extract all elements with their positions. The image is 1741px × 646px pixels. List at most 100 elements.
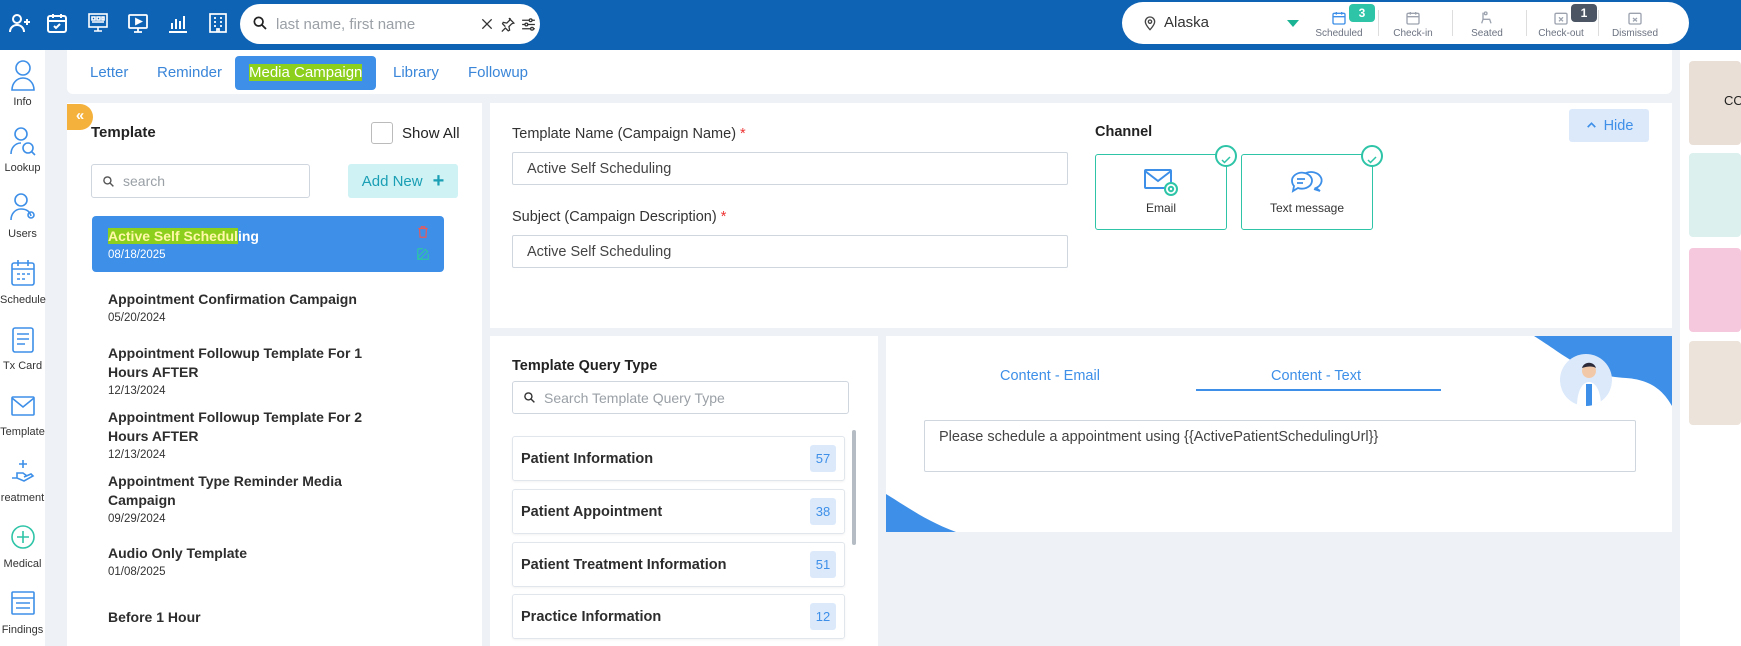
calendar-check-icon[interactable] — [45, 11, 69, 35]
right-rail-card[interactable]: CO — [1689, 61, 1741, 145]
add-user-icon[interactable] — [8, 11, 32, 35]
filter-sliders-icon[interactable] — [520, 14, 537, 34]
template-date: 12/13/2024 — [108, 385, 166, 397]
right-rail-card[interactable] — [1689, 153, 1741, 237]
clear-icon[interactable] — [479, 14, 495, 34]
sidebar-item-info[interactable]: Info — [0, 58, 45, 108]
findings-icon — [10, 591, 35, 615]
search-icon — [252, 15, 268, 34]
card-icon — [11, 327, 34, 353]
pin-icon[interactable] — [499, 14, 516, 34]
collapse-panel-icon[interactable]: « — [67, 104, 93, 130]
query-type-label: Patient Information — [521, 450, 654, 467]
template-name-input[interactable] — [512, 152, 1068, 185]
template-date: 09/29/2024 — [108, 513, 166, 525]
sidebar-item-users[interactable]: Users — [0, 190, 45, 240]
tab-library[interactable]: Library — [379, 56, 453, 90]
template-list-item[interactable]: Appointment Type Reminder Media Campaign… — [92, 472, 444, 525]
query-type-count: 57 — [810, 445, 836, 472]
add-new-button[interactable]: Add New + — [348, 164, 458, 198]
query-type-label: Practice Information — [521, 608, 662, 625]
video-monitor-icon[interactable] — [126, 11, 150, 35]
patient-search-box — [240, 4, 540, 44]
hide-button[interactable]: Hide — [1569, 109, 1649, 142]
template-list-item[interactable]: Appointment Followup Template For 2 Hour… — [92, 408, 444, 461]
template-list-item[interactable]: Appointment Followup Template For 1 Hour… — [92, 344, 444, 397]
tab-content-email[interactable]: Content - Email — [1000, 368, 1100, 384]
template-name-line2: Hours AFTER — [108, 428, 199, 444]
template-date: 01/08/2025 — [108, 566, 166, 578]
delete-icon[interactable] — [416, 225, 430, 239]
right-rail-card[interactable] — [1689, 341, 1741, 425]
query-type-item[interactable]: Patient Information 57 — [512, 436, 845, 481]
edit-icon[interactable] — [416, 247, 430, 261]
template-date: 08/18/2025 — [108, 249, 166, 261]
tab-reminder[interactable]: Reminder — [143, 56, 236, 90]
template-date: 12/13/2024 — [108, 449, 166, 461]
query-type-item[interactable]: Patient Appointment 38 — [512, 489, 845, 534]
sidebar-item-template[interactable]: Template — [0, 388, 45, 438]
sidebar-item-medical[interactable]: Medical — [0, 520, 45, 570]
template-search-input[interactable] — [123, 173, 293, 189]
status-panel: Alaska Scheduled 3 Check-in Seated Check… — [1122, 2, 1689, 44]
tab-followup[interactable]: Followup — [454, 56, 542, 90]
patient-search-input[interactable] — [276, 15, 475, 33]
channel-text-message-option[interactable]: Text message — [1241, 145, 1383, 230]
template-list-item[interactable]: Before 1 Hour — [92, 608, 444, 627]
query-type-item[interactable]: Patient Treatment Information 51 — [512, 542, 845, 587]
content-text-area[interactable]: Please schedule a appointment using {{Ac… — [924, 420, 1636, 472]
monitor-grid-icon[interactable] — [86, 11, 110, 35]
template-name-line2: Hours AFTER — [108, 364, 199, 380]
query-list-scrollbar[interactable] — [852, 430, 856, 545]
location-selector[interactable]: Alaska — [1142, 14, 1209, 31]
tab-content-text[interactable]: Content - Text — [1271, 368, 1361, 384]
user-search-icon — [9, 127, 36, 156]
template-list-item[interactable]: Appointment Confirmation Campaign 05/20/… — [92, 290, 444, 324]
sidebar-item-label: Tx Card — [2, 360, 43, 372]
user-icon — [10, 60, 35, 91]
query-type-count: 51 — [810, 551, 836, 578]
template-name: Before 1 Hour — [108, 609, 201, 625]
subject-input[interactable] — [512, 235, 1068, 268]
right-rail-card[interactable] — [1689, 248, 1741, 332]
template-name: Audio Only Template — [108, 545, 247, 561]
template-list-item[interactable]: Active Self Scheduling 08/18/2025 — [92, 216, 444, 272]
query-type-search-input[interactable] — [544, 389, 834, 406]
doctor-avatar — [1560, 354, 1612, 406]
bar-chart-icon[interactable] — [166, 11, 190, 35]
users-icon — [9, 193, 35, 221]
query-type-item[interactable]: Practice Information 12 — [512, 594, 845, 639]
sidebar-item-treatment[interactable]: reatment — [0, 454, 45, 504]
sidebar-item-label: Info — [13, 96, 32, 108]
query-type-count: 12 — [810, 603, 836, 630]
template-date: 05/20/2024 — [108, 312, 166, 324]
channel-email-option[interactable]: Email — [1095, 145, 1237, 230]
template-name: Appointment Followup Template For 2 — [108, 409, 363, 425]
template-list-item[interactable]: Audio Only Template 01/08/2025 — [92, 544, 444, 578]
status-label: Check-out — [1538, 28, 1584, 39]
sidebar-item-lookup[interactable]: Lookup — [0, 124, 45, 174]
sub-tabs-bar: Letter Reminder Media Campaign Library F… — [67, 50, 1672, 94]
sidebar-item-schedule[interactable]: Schedule — [0, 256, 46, 306]
status-dismissed[interactable]: Dismissed — [1600, 6, 1670, 39]
tab-media-campaign[interactable]: Media Campaign — [235, 56, 377, 90]
chevron-up-icon — [1586, 122, 1596, 128]
show-all-checkbox[interactable]: Show All — [371, 122, 460, 144]
right-rail-card-label: CO — [1724, 93, 1741, 108]
template-name: Appointment Type Reminder Media — [108, 473, 342, 489]
show-all-label: Show All — [402, 124, 460, 142]
template-name-line2: Campaign — [108, 492, 176, 508]
sidebar-item-label: Lookup — [4, 162, 41, 174]
building-icon[interactable] — [206, 11, 230, 35]
sidebar-item-label: Template — [0, 426, 45, 438]
sidebar-item-label: Findings — [1, 624, 44, 636]
tab-letter[interactable]: Letter — [76, 56, 142, 90]
location-dropdown-caret-icon[interactable] — [1287, 20, 1299, 27]
sidebar-item-tx-card[interactable]: Tx Card — [0, 322, 45, 372]
template-panel-title: Template — [91, 124, 156, 141]
status-seated[interactable]: Seated — [1452, 6, 1522, 39]
sidebar-item-findings[interactable]: Findings — [0, 586, 45, 636]
status-check-in[interactable]: Check-in — [1378, 6, 1448, 39]
search-icon — [103, 175, 114, 187]
checkbox-box[interactable] — [371, 122, 393, 144]
